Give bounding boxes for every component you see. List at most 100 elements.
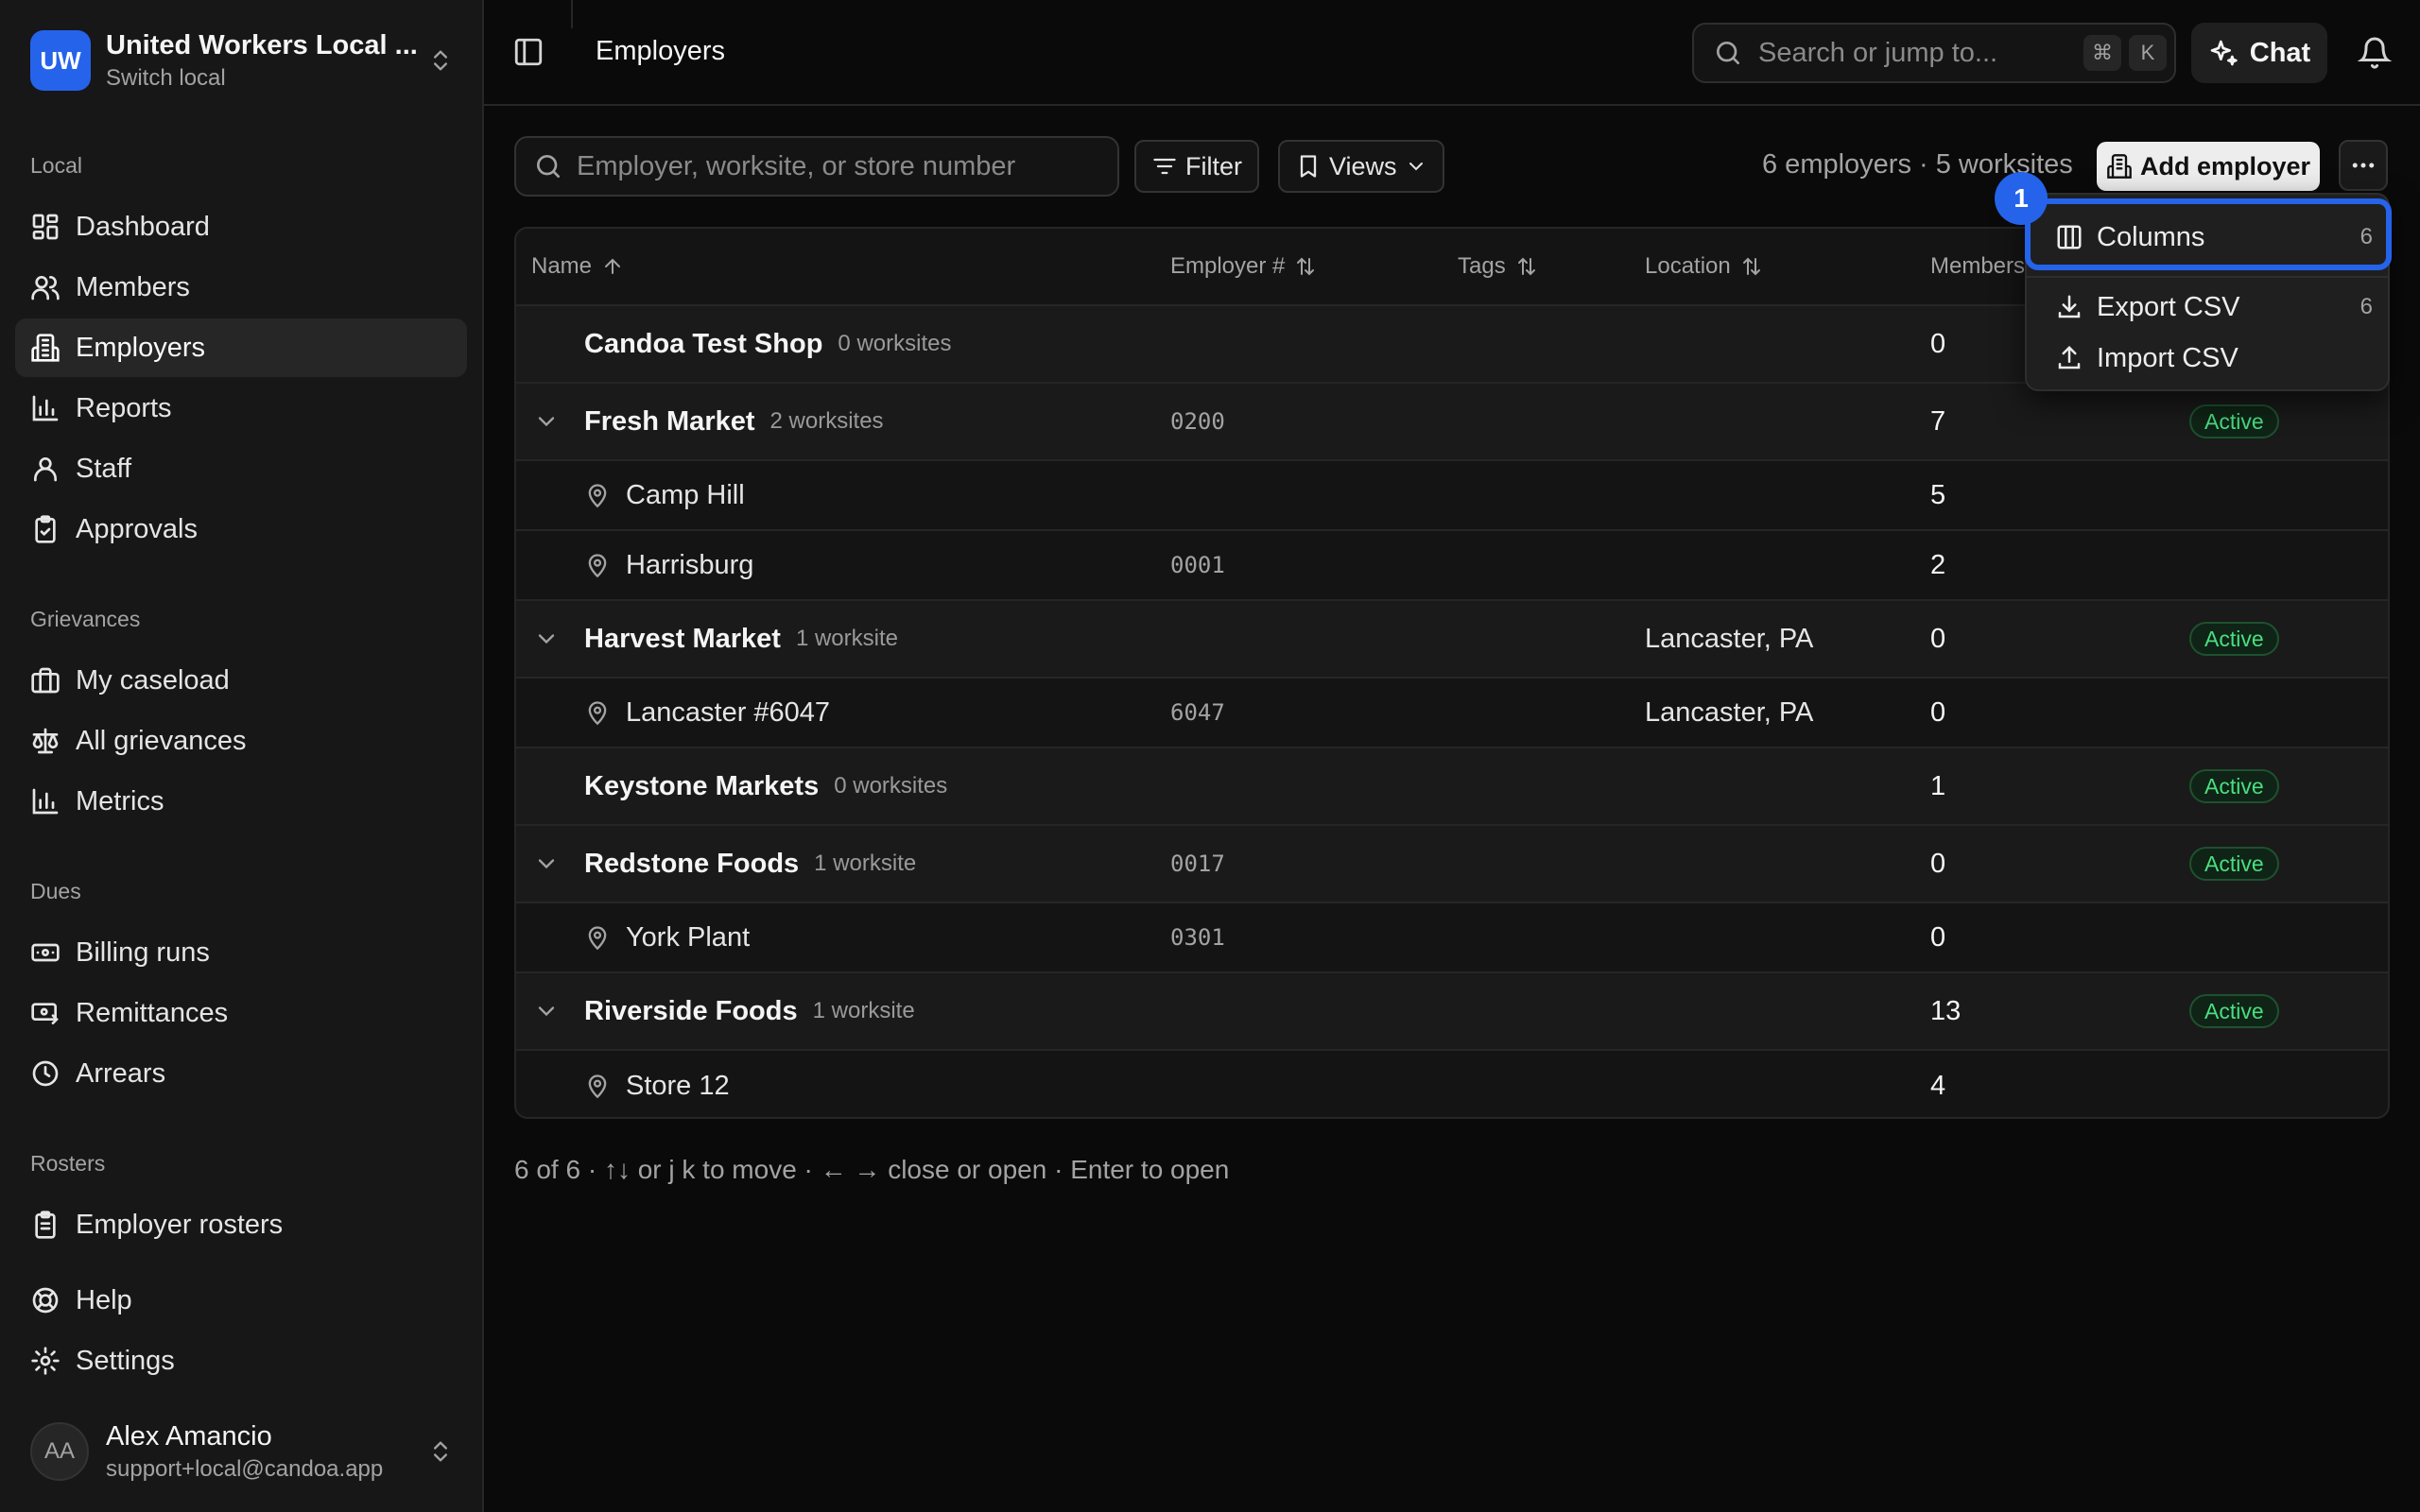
status-badge: Active <box>2189 994 2279 1028</box>
sidebar-toggle-icon[interactable] <box>512 36 544 68</box>
column-header-tags[interactable]: Tags <box>1458 253 1538 280</box>
worksite-count: 0 worksites <box>834 773 948 799</box>
chat-button[interactable]: Chat <box>2191 23 2327 83</box>
table-row[interactable]: Riverside Foods 1 worksite 13 Active <box>516 973 2388 1051</box>
table-row[interactable]: Harvest Market 1 worksite Lancaster, PA 0… <box>516 601 2388 679</box>
sidebar-item-members[interactable]: Members <box>15 258 467 317</box>
building-icon <box>31 334 60 362</box>
worksite-count: 0 worksites <box>838 331 952 356</box>
sidebar-item-help[interactable]: Help <box>15 1271 467 1330</box>
views-label: Views <box>1329 151 1397 180</box>
chevron-down-icon <box>1409 163 1423 171</box>
column-header-location[interactable]: Location <box>1645 253 1763 280</box>
clock-icon <box>32 1060 59 1087</box>
employer-search-input[interactable] <box>577 150 1106 182</box>
column-label: Location <box>1645 253 1731 279</box>
section-rosters: Rosters <box>30 1151 106 1176</box>
chevron-down-icon[interactable] <box>533 998 560 1024</box>
clipboard-check-icon <box>35 515 56 543</box>
sort-icon <box>1517 257 1535 276</box>
add-employer-button[interactable]: Add employer <box>2097 142 2320 191</box>
table-row[interactable]: Lancaster #6047 6047 Lancaster, PA 0 <box>516 679 2388 748</box>
sidebar-item-arrears[interactable]: Arrears <box>15 1044 467 1103</box>
scale-icon <box>32 728 59 754</box>
bell-icon[interactable] <box>2358 36 2392 70</box>
kbd-k: K <box>2129 35 2167 71</box>
sidebar-item-label: Staff <box>76 453 132 484</box>
sidebar-item-billing-runs[interactable]: Billing runs <box>15 923 467 982</box>
filter-button[interactable]: Filter <box>1134 140 1259 193</box>
status-badge: Active <box>2189 769 2279 803</box>
org-switcher[interactable]: UW United Workers Local ... Switch local <box>30 28 454 93</box>
focus-highlight <box>2025 198 2392 270</box>
chevron-down-icon[interactable] <box>533 626 560 652</box>
worksite-count: 1 worksite <box>812 998 915 1023</box>
members-count: 0 <box>1930 328 1946 359</box>
table-row[interactable]: Store 12 4 <box>516 1051 2388 1117</box>
chevron-down-icon[interactable] <box>533 408 560 435</box>
bookmark-icon <box>1300 155 1317 178</box>
sidebar-item-metrics[interactable]: Metrics <box>15 772 467 831</box>
chevron-down-icon[interactable] <box>533 850 560 877</box>
menu-item-import-csv[interactable]: Import CSV <box>2042 329 2377 387</box>
employer-name: Keystone Markets <box>584 770 820 801</box>
menu-item-export-csv[interactable]: Export CSV 6 <box>2042 278 2377 336</box>
table-row[interactable]: York Plant 0301 0 <box>516 903 2388 973</box>
sidebar-item-settings[interactable]: Settings <box>15 1332 467 1390</box>
users-icon <box>31 276 60 301</box>
banknote-arrow-icon <box>31 1003 59 1024</box>
status-badge: Active <box>2189 622 2279 656</box>
menu-item-count: 6 <box>2360 294 2373 319</box>
org-name: United Workers Local ... <box>106 29 418 60</box>
worksite-count: 2 worksites <box>769 408 884 434</box>
table-row[interactable]: Keystone Markets 0 worksites 1 Active <box>516 748 2388 826</box>
org-avatar: UW <box>30 30 91 91</box>
sidebar-item-approvals[interactable]: Approvals <box>15 500 467 558</box>
global-search[interactable]: Search or jump to... ⌘ K <box>1692 23 2176 83</box>
download-icon <box>2058 295 2081 318</box>
arrow-up-icon <box>605 258 621 274</box>
map-pin-icon <box>588 926 607 951</box>
sidebar-item-label: Approvals <box>76 513 198 544</box>
column-header-name[interactable]: Name <box>531 253 624 280</box>
sidebar-item-label: Dashboard <box>76 211 210 242</box>
sidebar-item-employer-rosters[interactable]: Employer rosters <box>15 1195 467 1254</box>
members-count: 1 <box>1930 770 1946 801</box>
table-row[interactable]: Camp Hill 5 <box>516 461 2388 531</box>
column-header-employer-number[interactable]: Employer # <box>1170 253 1317 280</box>
employer-name: Fresh Market <box>584 405 755 437</box>
map-pin-icon <box>588 484 607 508</box>
user-menu[interactable]: AA Alex Amancio support+local@candoa.app <box>30 1416 454 1487</box>
employer-search-field[interactable] <box>514 136 1119 197</box>
map-pin-icon <box>588 701 607 726</box>
sidebar-item-all-grievances[interactable]: All grievances <box>15 712 467 770</box>
upload-icon <box>2058 345 2081 369</box>
sidebar-item-label: My caseload <box>76 664 230 696</box>
worksite-name: Store 12 <box>626 1070 730 1101</box>
map-pin-icon <box>588 1074 607 1099</box>
table-row[interactable]: Redstone Foods 1 worksite 0017 0 Active <box>516 826 2388 903</box>
table-row[interactable]: Harrisburg 0001 2 <box>516 531 2388 601</box>
user-email: support+local@candoa.app <box>106 1455 384 1482</box>
sidebar-item-remittances[interactable]: Remittances <box>15 984 467 1042</box>
column-label: Members <box>1930 253 2026 279</box>
sidebar-item-dashboard[interactable]: Dashboard <box>15 198 467 256</box>
table-row[interactable]: Fresh Market 2 worksites 0200 7 Active <box>516 384 2388 461</box>
more-actions-button[interactable] <box>2339 140 2388 191</box>
employer-name: Candoa Test Shop <box>584 328 823 359</box>
sidebar-item-label: Settings <box>76 1345 175 1376</box>
status-badge: Active <box>2189 404 2279 438</box>
column-header-members[interactable]: Members <box>1930 253 2025 280</box>
search-placeholder: Search or jump to... <box>1758 37 1998 68</box>
views-button[interactable]: Views <box>1278 140 1444 193</box>
user-icon <box>34 457 57 482</box>
members-count: 4 <box>1930 1070 1946 1101</box>
clipboard-list-icon <box>35 1211 56 1239</box>
employer-name: Redstone Foods <box>584 848 800 879</box>
sidebar-item-my-caseload[interactable]: My caseload <box>15 651 467 710</box>
sidebar-item-employers[interactable]: Employers <box>15 318 467 377</box>
sidebar-item-label: Remittances <box>76 997 229 1028</box>
sidebar-item-staff[interactable]: Staff <box>15 439 467 498</box>
employer-number: 0017 <box>1170 850 1225 877</box>
sidebar-item-reports[interactable]: Reports <box>15 379 467 438</box>
